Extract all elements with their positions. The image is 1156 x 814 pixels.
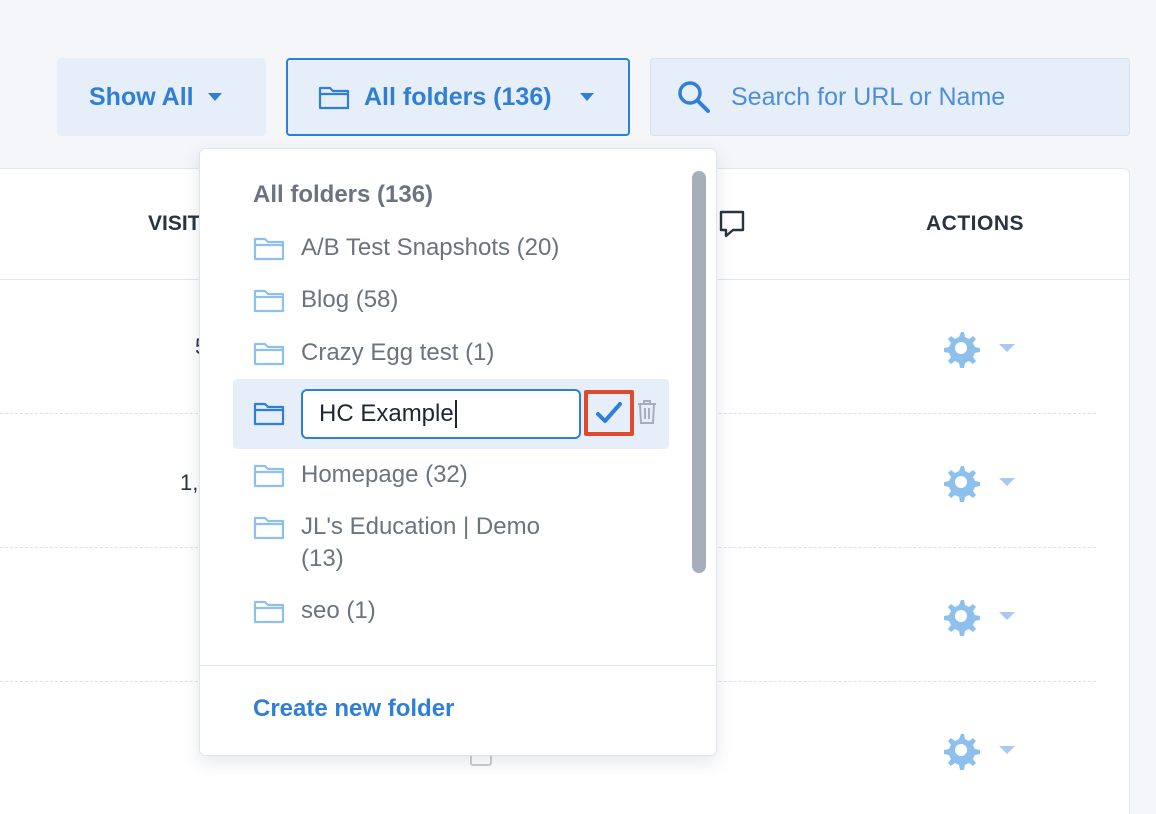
folder-label: A/B Test Snapshots (20) [301, 234, 560, 261]
folder-name-input[interactable]: HC Example [301, 389, 581, 439]
folder-label: Crazy Egg test (1) [301, 339, 495, 366]
folder-edit-row: HC Example [233, 379, 669, 449]
folder-icon [318, 86, 350, 110]
confirm-rename-button[interactable] [584, 390, 634, 436]
gear-icon[interactable] [941, 328, 981, 368]
dropdown-scrollbar[interactable] [692, 171, 706, 573]
create-new-folder-link[interactable]: Create new folder [253, 695, 454, 723]
search-placeholder: Search for URL or Name [731, 82, 1006, 111]
chevron-down-icon[interactable] [999, 344, 1015, 352]
chevron-down-icon[interactable] [999, 746, 1015, 754]
folder-icon [253, 464, 285, 488]
dropdown-divider [200, 665, 716, 666]
folder-item[interactable]: Crazy Egg test (1) [253, 337, 494, 369]
trash-icon[interactable] [636, 399, 658, 425]
chevron-down-icon[interactable] [999, 612, 1015, 620]
column-header-actions: ACTIONS [926, 212, 1024, 235]
gear-icon[interactable] [941, 730, 981, 770]
text-cursor [454, 400, 457, 428]
folders-filter-button[interactable]: All folders (136) [286, 58, 630, 136]
chevron-down-icon [579, 93, 594, 101]
search-icon [678, 81, 710, 113]
comment-icon [719, 210, 745, 238]
dropdown-all-folders[interactable]: All folders (136) [253, 181, 433, 209]
chevron-down-icon[interactable] [999, 478, 1015, 486]
gear-icon[interactable] [941, 462, 981, 502]
show-all-label: Show All [89, 82, 194, 111]
folder-item[interactable]: Homepage (32) [253, 459, 468, 491]
gear-icon[interactable] [941, 596, 981, 636]
folder-icon [253, 600, 285, 624]
folder-item[interactable]: seo (1) [253, 595, 376, 627]
folder-icon [253, 289, 285, 313]
check-icon [596, 402, 622, 423]
folder-item[interactable]: A/B Test Snapshots (20) [253, 232, 559, 264]
folder-item[interactable]: Blog (58) [253, 284, 398, 316]
folders-filter-label: All folders (136) [364, 82, 552, 111]
folder-icon [253, 342, 285, 366]
folder-item[interactable]: JL's Education | Demo (13) [253, 511, 571, 575]
folders-dropdown: All folders (136) A/B Test Snapshots (20… [199, 148, 717, 756]
folder-label: Blog (58) [301, 286, 399, 313]
column-header-visits[interactable]: VISIT [148, 212, 201, 236]
search-input[interactable]: Search for URL or Name [650, 58, 1130, 136]
show-all-filter-button[interactable]: Show All [57, 58, 266, 136]
folder-label: seo (1) [301, 597, 376, 624]
chevron-down-icon [207, 93, 222, 101]
folder-name-value: HC Example [319, 400, 454, 427]
folder-label: JL's Education | Demo (13) [301, 513, 540, 572]
folder-icon [253, 516, 285, 540]
folder-icon [253, 237, 285, 261]
folder-label: Homepage (32) [301, 461, 468, 488]
folder-icon [253, 402, 285, 426]
